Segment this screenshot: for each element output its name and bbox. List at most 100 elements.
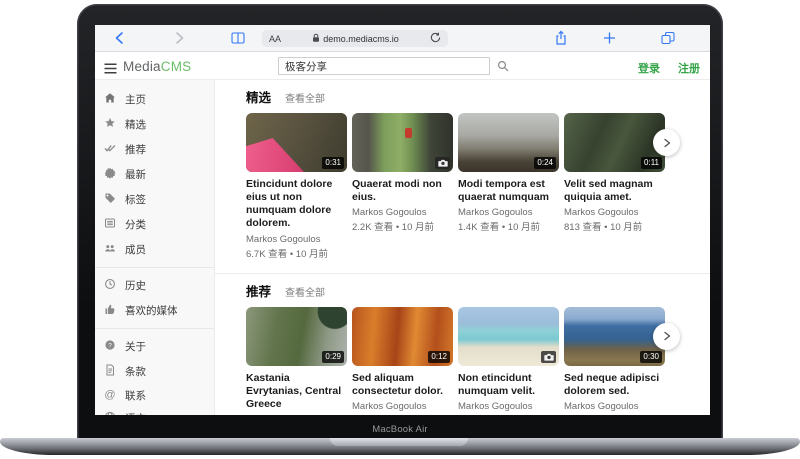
duration-badge: 0:12 (428, 351, 450, 363)
next-arrow-button[interactable] (653, 129, 680, 156)
home-icon (104, 91, 116, 109)
sidebar-item-tags[interactable]: 标签 (95, 187, 214, 212)
video-thumbnail[interactable]: 0:29 (246, 307, 347, 366)
site-header: MediaCMS 登录 注册 (95, 52, 710, 80)
image-thumbnail[interactable] (458, 307, 559, 366)
video-thumbnail[interactable]: 0:11 (564, 113, 665, 172)
view-all-link[interactable]: 查看全部 (285, 90, 325, 105)
register-link[interactable]: 注册 (678, 60, 700, 76)
address-bar[interactable]: AA demo.mediacms.io (262, 30, 448, 47)
camera-icon (435, 157, 450, 169)
video-author[interactable]: Markos Gogoulos (564, 207, 665, 218)
thumb-up-icon (104, 302, 116, 320)
help-icon: ? (104, 338, 116, 356)
reload-icon[interactable] (430, 30, 441, 48)
sidebar-item-terms[interactable]: 条款 (95, 359, 214, 384)
logo-cms: CMS (161, 59, 192, 74)
video-title[interactable]: Non etincidunt numquam velit. (458, 372, 559, 398)
video-author[interactable]: Markos Gogoulos (246, 414, 347, 415)
sidebar-item-categories[interactable]: 分类 (95, 212, 214, 237)
double-check-icon (104, 141, 116, 159)
video-author[interactable]: Markos Gogoulos (458, 401, 559, 412)
video-thumbnail[interactable]: 0:31 (246, 113, 347, 172)
video-author[interactable]: Markos Gogoulos (352, 401, 453, 412)
macbook-base-notch (330, 438, 468, 446)
video-title[interactable]: Modi tempora est quaerat numquam (458, 178, 559, 204)
sidebar-item-liked-media[interactable]: 喜欢的媒体 (95, 298, 214, 323)
menu-icon[interactable] (104, 61, 117, 79)
video-meta: 611 查看 • 10 月前 (458, 413, 559, 415)
media-card: 0:29 Kastania Evrytanias, Central Greece… (246, 307, 347, 416)
video-author[interactable]: Markos Gogoulos (246, 234, 347, 245)
history-icon (104, 277, 116, 295)
tag-icon (104, 191, 116, 209)
image-thumbnail[interactable] (352, 113, 453, 172)
main-content: 精选 查看全部 0:31 Etincidunt dolore eius ut n… (215, 80, 710, 415)
section-recommended: 推荐 查看全部 0:29 Kastania Evrytanias, Centra… (215, 273, 710, 416)
sidebar-item-home[interactable]: 主页 (95, 87, 214, 112)
video-author[interactable]: Markos Gogoulos (564, 401, 665, 412)
login-link[interactable]: 登录 (638, 60, 660, 76)
logo[interactable]: MediaCMS (123, 59, 191, 74)
video-title[interactable]: Velit sed magnam quiquia amet. (564, 178, 665, 204)
sidebar-item-contact[interactable]: @ 联系 (95, 384, 214, 406)
search-icon[interactable] (490, 57, 516, 75)
safari-toolbar: AA demo.mediacms.io (95, 25, 710, 52)
view-all-link[interactable]: 查看全部 (285, 284, 325, 299)
thumbnail-art (405, 128, 412, 138)
video-title[interactable]: Sed neque adipisci dolorem sed. (564, 372, 665, 398)
video-title[interactable]: Quaerat modi non eius. (352, 178, 453, 204)
video-title[interactable]: Sed aliquam consectetur dolor. (352, 372, 453, 398)
video-title[interactable]: Etincidunt dolore eius ut non numquam do… (246, 178, 347, 231)
media-card: 0:30 Sed neque adipisci dolorem sed. Mar… (564, 307, 665, 416)
globe-icon (104, 410, 116, 416)
video-meta: 1.4K 查看 • 10 月前 (458, 219, 559, 233)
video-author[interactable]: Markos Gogoulos (352, 207, 453, 218)
sidebar-item-about[interactable]: ? 关于 (95, 334, 214, 359)
reader-button[interactable]: AA (269, 34, 281, 44)
duration-badge: 0:30 (640, 351, 662, 363)
media-card: 0:12 Sed aliquam consectetur dolor. Mark… (352, 307, 453, 416)
lock-icon (312, 30, 320, 48)
media-card: Non etincidunt numquam velit. Markos Gog… (458, 307, 559, 416)
page-body: 主页 精选 推荐 最新 (95, 80, 710, 415)
video-meta: 813 查看 • 10 月前 (564, 219, 665, 233)
video-title[interactable]: Kastania Evrytanias, Central Greece (246, 372, 347, 411)
search-input[interactable] (278, 57, 490, 75)
auth-links: 登录 注册 (638, 60, 700, 76)
forward-icon[interactable] (174, 32, 185, 45)
sidebar-item-members[interactable]: 成员 (95, 237, 214, 262)
svg-text:?: ? (108, 342, 112, 349)
at-icon: @ (104, 389, 116, 401)
sidebar-divider (95, 328, 214, 329)
tabs-overview-icon[interactable] (661, 32, 675, 45)
sidebar-item-language[interactable]: 语言 (95, 406, 214, 415)
media-card: 0:31 Etincidunt dolore eius ut non numqu… (246, 113, 347, 260)
video-thumbnail[interactable]: 0:12 (352, 307, 453, 366)
star-icon (104, 116, 116, 134)
next-arrow-button[interactable] (653, 323, 680, 350)
share-icon[interactable] (555, 31, 567, 46)
sidebar-item-latest[interactable]: 最新 (95, 162, 214, 187)
section-title: 精选 (246, 87, 271, 106)
duration-badge: 0:11 (641, 157, 662, 169)
video-thumbnail[interactable]: 0:24 (458, 113, 559, 172)
macbook-mockup: AA demo.mediacms.io (0, 0, 800, 459)
search-bar (278, 57, 516, 75)
logo-media: Media (123, 59, 161, 74)
sidebar-book-icon[interactable] (231, 32, 245, 44)
duration-badge: 0:29 (322, 351, 344, 363)
media-card: Quaerat modi non eius. Markos Gogoulos 2… (352, 113, 453, 260)
sidebar-item-history[interactable]: 历史 (95, 273, 214, 298)
section-title: 推荐 (246, 281, 271, 300)
video-author[interactable]: Markos Gogoulos (458, 207, 559, 218)
category-icon (104, 216, 116, 234)
back-icon[interactable] (114, 32, 125, 45)
sidebar-item-recommended[interactable]: 推荐 (95, 137, 214, 162)
video-meta: 691 查看 • 10 月前 (564, 413, 665, 415)
new-tab-icon[interactable] (603, 32, 616, 45)
members-icon (104, 241, 116, 259)
macbook-lid: AA demo.mediacms.io (77, 4, 723, 440)
video-thumbnail[interactable]: 0:30 (564, 307, 665, 366)
sidebar-item-featured[interactable]: 精选 (95, 112, 214, 137)
